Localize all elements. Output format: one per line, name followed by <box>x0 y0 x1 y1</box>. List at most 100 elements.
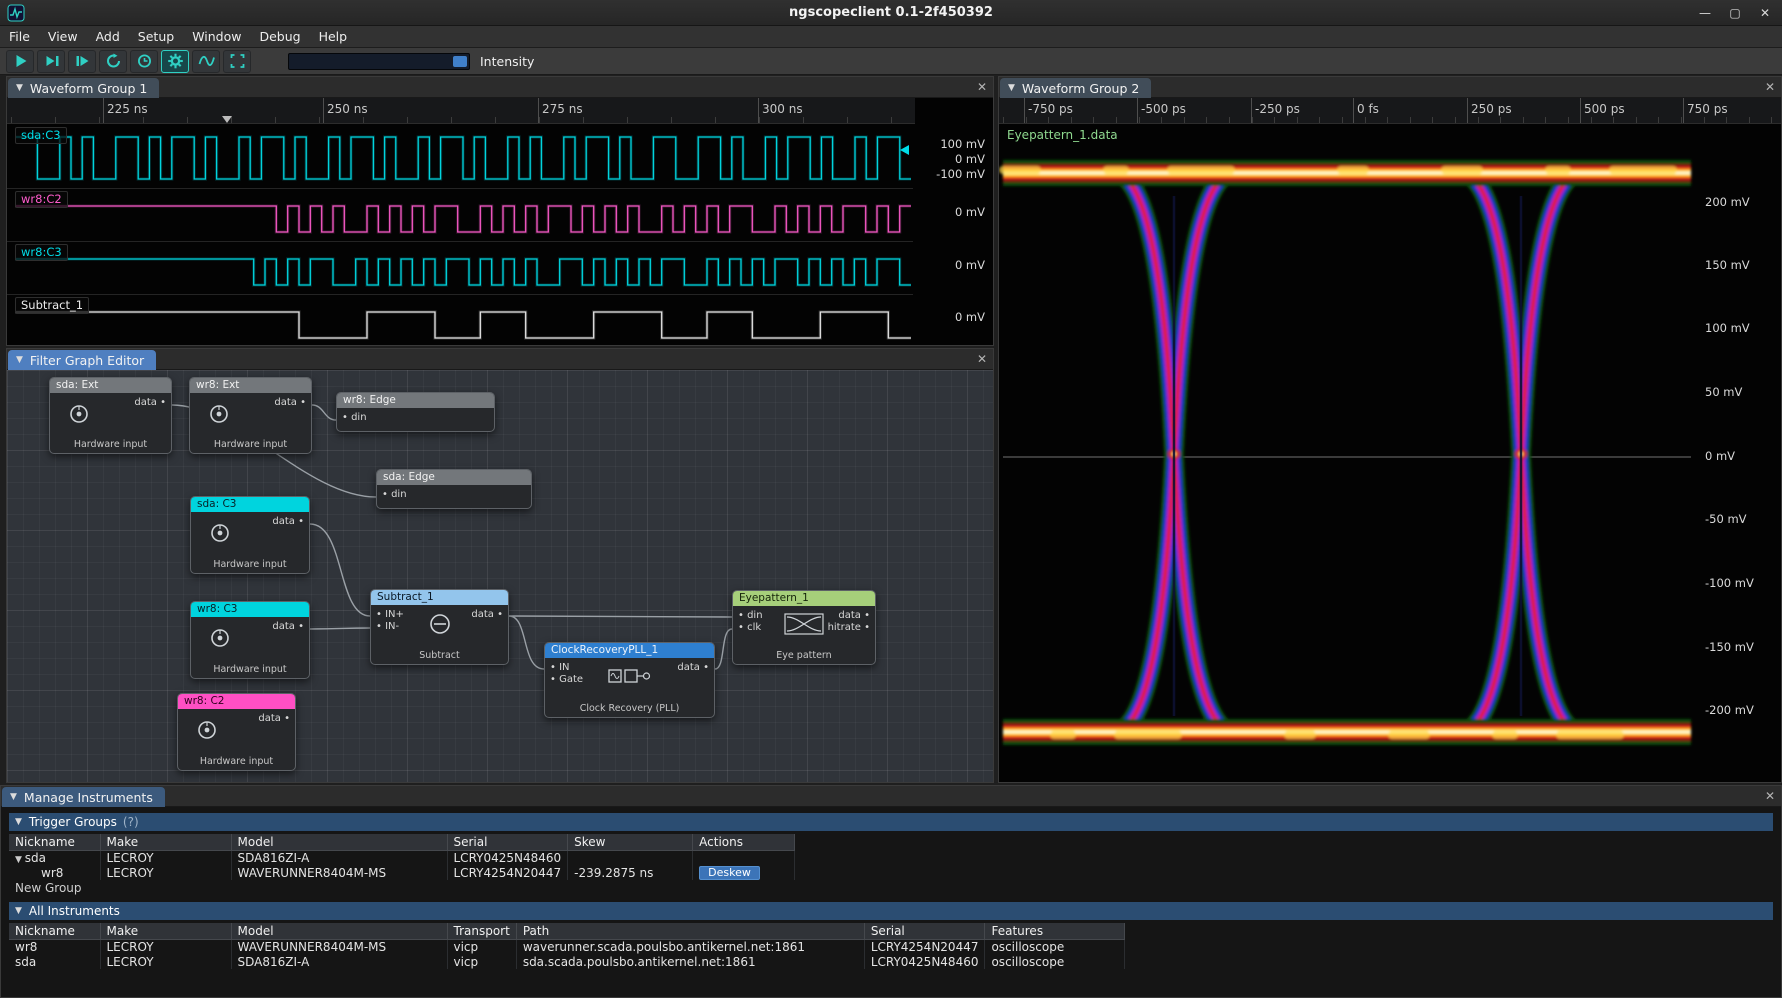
trigger-groups-col-nickname[interactable]: Nickname <box>9 834 100 850</box>
trigger-groups-col-make[interactable]: Make <box>100 834 231 850</box>
filter-graph-wire[interactable] <box>715 629 732 669</box>
collapse-triangle-icon[interactable]: ▼ <box>10 792 17 802</box>
play-single-button[interactable] <box>37 50 65 73</box>
all-instruments-row[interactable]: sdaLECROYSDA816ZI-Avicpsda.scada.poulsbo… <box>9 954 1125 969</box>
node-title[interactable]: wr8: C2 <box>178 694 295 709</box>
output-port-data[interactable]: data • <box>838 610 870 621</box>
tab-manage-instruments[interactable]: ▼ Manage Instruments <box>2 787 165 807</box>
fit-button[interactable] <box>223 50 251 73</box>
node-title[interactable]: sda: Edge <box>377 470 531 485</box>
tab-waveform-group-1[interactable]: ▼ Waveform Group 1 <box>8 78 159 98</box>
waveform-trace[interactable] <box>15 312 911 338</box>
collapse-triangle-icon[interactable]: ▼ <box>15 817 22 827</box>
help-hint[interactable]: (?) <box>123 815 139 829</box>
trigger-groups-row[interactable]: wr8LECROYWAVERUNNER8404M-MSLCRY4254N2044… <box>9 865 795 880</box>
wg1-plot-area[interactable]: 225 ns250 ns275 ns300 ns sda:C3100 mV0 m… <box>7 98 993 345</box>
intensity-slider[interactable] <box>288 53 470 70</box>
all-instruments-row[interactable]: wr8LECROYWAVERUNNER8404M-MSvicpwaverunne… <box>9 939 1125 954</box>
measure-button[interactable] <box>192 50 220 73</box>
node-sda-c3[interactable]: sda: C3data •Hardware input <box>190 496 310 574</box>
collapse-triangle-icon[interactable]: ▼ <box>16 83 23 93</box>
wg1-waveforms[interactable] <box>7 98 993 345</box>
play-force-button[interactable] <box>68 50 96 73</box>
input-port-in[interactable]: • IN- <box>376 621 399 632</box>
menu-window[interactable]: Window <box>183 26 250 47</box>
node-title[interactable]: ClockRecoveryPLL_1 <box>545 643 714 658</box>
input-port-in[interactable]: • IN <box>550 662 570 673</box>
maximize-button[interactable]: ▢ <box>1720 0 1750 26</box>
output-port-hitrate[interactable]: hitrate • <box>828 622 870 633</box>
input-port-din[interactable]: • din <box>382 489 407 500</box>
all-instruments-section-header[interactable]: ▼ All Instruments <box>9 902 1773 920</box>
trigger-groups-col-model[interactable]: Model <box>231 834 447 850</box>
input-port-gate[interactable]: • Gate <box>550 674 583 685</box>
menu-help[interactable]: Help <box>310 26 357 47</box>
output-port-data[interactable]: data • <box>272 621 304 632</box>
eye-pattern-trace-label[interactable]: Eyepattern_1.data <box>1007 128 1118 142</box>
filter-graph-wire[interactable] <box>509 616 544 669</box>
node-wr8-ext[interactable]: wr8: Extdata •Hardware input <box>189 377 312 454</box>
node-sda-ext[interactable]: sda: Extdata •Hardware input <box>49 377 172 454</box>
node-title[interactable]: Subtract_1 <box>371 590 508 605</box>
all-instruments-col-nickname[interactable]: Nickname <box>9 923 100 939</box>
output-port-data[interactable]: data • <box>134 397 166 408</box>
collapse-triangle-icon[interactable]: ▼ <box>15 906 22 916</box>
trigger-level-arrow[interactable] <box>900 145 909 155</box>
filter-graph-wire[interactable] <box>310 524 370 616</box>
filter-graph-wire[interactable] <box>509 616 732 617</box>
node-title[interactable]: wr8: Ext <box>190 378 311 393</box>
new-group-row[interactable]: New Group <box>1 880 1781 896</box>
input-port-din[interactable]: • din <box>342 412 367 423</box>
node-title[interactable]: Eyepattern_1 <box>733 591 875 606</box>
node-wr8-c3[interactable]: wr8: C3data •Hardware input <box>190 601 310 679</box>
trigger-groups-col-actions[interactable]: Actions <box>693 834 795 850</box>
trigger-groups-col-skew[interactable]: Skew <box>568 834 693 850</box>
trigger-groups-col-serial[interactable]: Serial <box>447 834 568 850</box>
input-port-clk[interactable]: • clk <box>738 622 761 633</box>
all-instruments-col-make[interactable]: Make <box>100 923 231 939</box>
history-button[interactable] <box>130 50 158 73</box>
output-port-data[interactable]: data • <box>274 397 306 408</box>
output-port-data[interactable]: data • <box>258 713 290 724</box>
node-title[interactable]: wr8: C3 <box>191 602 309 617</box>
play-button[interactable] <box>6 50 34 73</box>
node-subtract-1[interactable]: Subtract_1• IN+• IN-data •Subtract <box>370 589 509 665</box>
menu-setup[interactable]: Setup <box>129 26 183 47</box>
filter-graph-wire[interactable] <box>310 628 370 629</box>
fge-close-icon[interactable]: ✕ <box>977 352 987 366</box>
all-instruments-col-model[interactable]: Model <box>231 923 447 939</box>
node-title[interactable]: sda: Ext <box>50 378 171 393</box>
output-port-data[interactable]: data • <box>677 662 709 673</box>
channel-label-wr8-c3[interactable]: wr8:C3 <box>15 244 68 261</box>
intensity-slider-grab[interactable] <box>453 56 467 67</box>
node-clockrecoverypll-1[interactable]: ClockRecoveryPLL_1• IN• Gatedata •Clock … <box>544 642 715 718</box>
trigger-groups-section-header[interactable]: ▼ Trigger Groups (?) <box>9 813 1773 831</box>
input-port-in[interactable]: • IN+ <box>376 609 404 620</box>
expand-caret-icon[interactable]: ▼ <box>15 855 25 865</box>
node-title[interactable]: sda: C3 <box>191 497 309 512</box>
wg2-close-icon[interactable]: ✕ <box>1765 80 1775 94</box>
node-eyepattern-1[interactable]: Eyepattern_1• din• clkdata •hitrate •Eye… <box>732 590 876 665</box>
channel-label-wr8-c2[interactable]: wr8:C2 <box>15 191 68 208</box>
mi-close-icon[interactable]: ✕ <box>1765 789 1775 803</box>
filter-graph-canvas[interactable]: sda: Extdata •Hardware inputwr8: Extdata… <box>7 370 993 782</box>
node-wr8-edge[interactable]: wr8: Edge • din <box>336 392 495 432</box>
trigger-groups-row[interactable]: ▼ sdaLECROYSDA816ZI-ALCRY0425N48460 <box>9 850 795 865</box>
channel-label-subtract-1[interactable]: Subtract_1 <box>15 297 89 314</box>
deskew-button[interactable]: Deskew <box>699 866 760 880</box>
menu-view[interactable]: View <box>39 26 87 47</box>
output-port-data[interactable]: data • <box>471 609 503 620</box>
channel-label-sda-c3[interactable]: sda:C3 <box>15 127 67 144</box>
tab-waveform-group-2[interactable]: ▼ Waveform Group 2 <box>1000 78 1151 98</box>
tab-filter-graph-editor[interactable]: ▼ Filter Graph Editor <box>8 350 156 370</box>
wg1-close-icon[interactable]: ✕ <box>977 80 987 94</box>
output-port-data[interactable]: data • <box>272 516 304 527</box>
node-title[interactable]: wr8: Edge <box>337 393 494 408</box>
close-window-button[interactable]: ✕ <box>1750 0 1780 26</box>
node-sda-edge[interactable]: sda: Edge • din <box>376 469 532 509</box>
waveform-trace[interactable] <box>15 137 911 179</box>
menu-file[interactable]: File <box>0 26 39 47</box>
all-instruments-col-path[interactable]: Path <box>516 923 864 939</box>
minimize-button[interactable]: — <box>1690 0 1720 26</box>
all-instruments-col-features[interactable]: Features <box>985 923 1125 939</box>
